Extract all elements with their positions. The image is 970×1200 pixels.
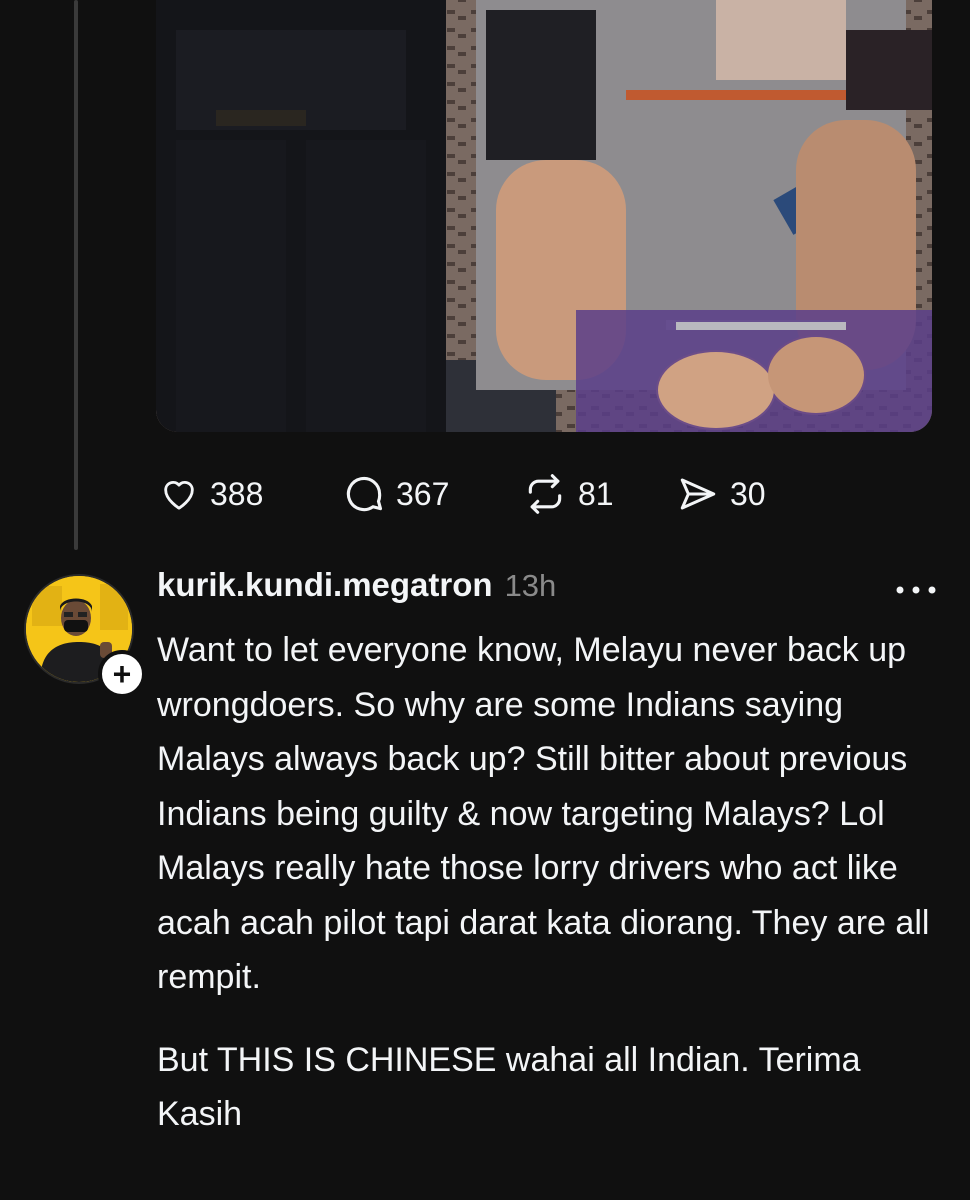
repost-count: 81	[578, 475, 614, 512]
repost-button[interactable]: 81	[522, 472, 676, 516]
reply-avatar-container[interactable]: +	[24, 574, 146, 698]
comment-bubble-icon	[342, 472, 386, 516]
username-link[interactable]: kurik.kundi.megatron	[157, 566, 493, 604]
share-count: 30	[730, 475, 766, 512]
more-options-button[interactable]	[892, 578, 940, 602]
thread-line	[74, 0, 78, 550]
send-icon	[676, 473, 720, 515]
post-action-bar: 388 367 81 30	[158, 468, 766, 520]
repost-arrows-icon	[522, 472, 568, 516]
reply-paragraph: But THIS IS CHINESE wahai all Indian. Te…	[157, 1040, 861, 1134]
reply-button[interactable]: 367	[342, 472, 522, 516]
reply-header: kurik.kundi.megatron 13h	[157, 566, 556, 612]
post-image[interactable]	[156, 0, 932, 432]
reply-paragraph: Want to let everyone know, Melayu never …	[157, 631, 930, 996]
ellipsis-icon	[892, 586, 940, 606]
share-button[interactable]: 30	[676, 473, 766, 515]
post-photo	[156, 0, 932, 432]
post-timestamp: 13h	[504, 568, 557, 603]
like-count: 388	[210, 475, 264, 512]
like-button[interactable]: 388	[158, 474, 342, 514]
heart-icon	[158, 474, 200, 514]
follow-plus-button[interactable]: +	[98, 650, 146, 698]
reply-body: Want to let everyone know, Melayu never …	[157, 623, 947, 1142]
reply-count: 367	[396, 475, 450, 512]
